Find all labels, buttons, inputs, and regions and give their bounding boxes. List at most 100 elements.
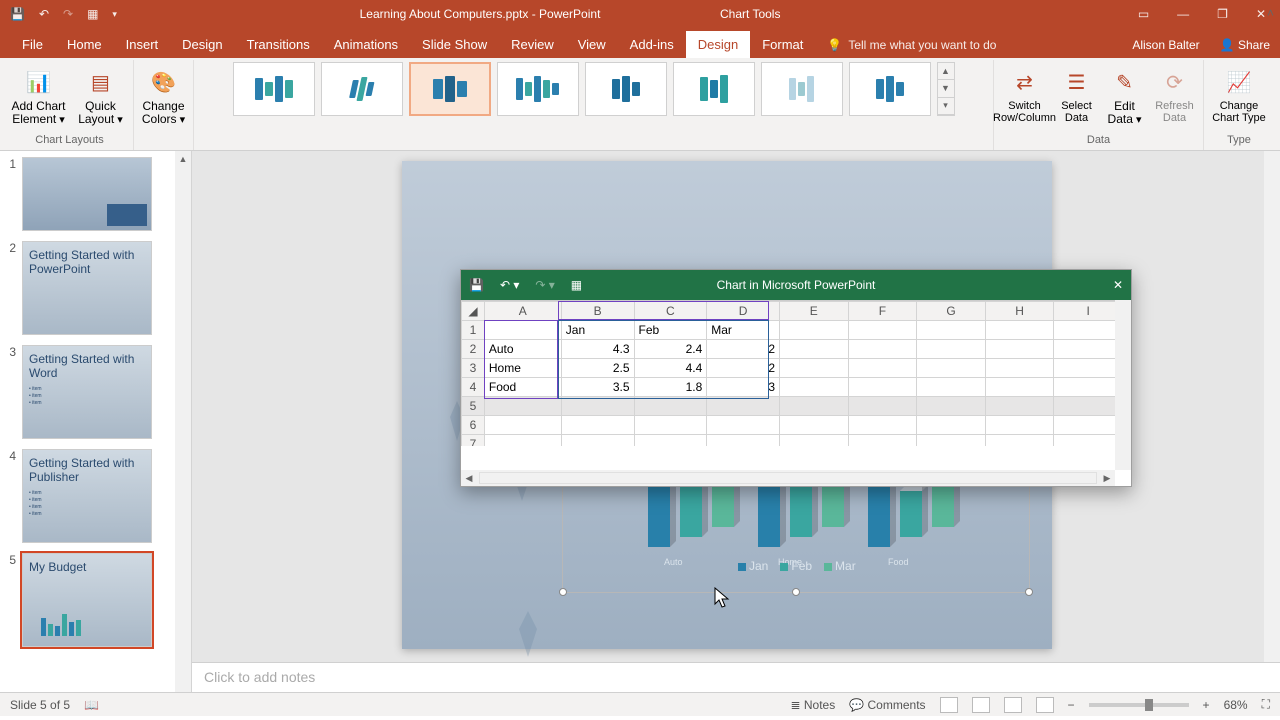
gallery-down-icon[interactable]: ▼	[938, 80, 954, 97]
excel-save-icon[interactable]: 💾	[469, 278, 484, 292]
user-name[interactable]: Alison Balter	[1132, 38, 1199, 52]
tab-file[interactable]: File	[10, 31, 55, 58]
tab-slideshow[interactable]: Slide Show	[410, 31, 499, 58]
zoom-out-button[interactable]: −	[1068, 698, 1075, 712]
editor-scrollbar[interactable]	[1264, 151, 1280, 692]
tab-chart-format[interactable]: Format	[750, 31, 815, 58]
tab-view[interactable]: View	[566, 31, 618, 58]
slide-thumb-1[interactable]: 1	[6, 157, 173, 231]
add-chart-element-button[interactable]: 📊 Add Chart Element ▾	[11, 62, 67, 126]
grid-row[interactable]: 7	[462, 435, 1123, 447]
zoom-in-button[interactable]: +	[1203, 698, 1210, 712]
thumb-scrollbar[interactable]: ▲	[175, 151, 191, 692]
normal-view-button[interactable]	[940, 697, 958, 713]
collapse-ribbon-icon[interactable]: ˄	[1267, 6, 1274, 20]
thumb-number: 5	[6, 553, 16, 647]
change-colors-button[interactable]: 🎨 Change Colors ▾	[136, 62, 192, 126]
slide-thumb-2[interactable]: 2 Getting Started with PowerPoint	[6, 241, 173, 335]
col-header[interactable]: B	[561, 302, 634, 321]
excel-hscroll[interactable]: ◀ ▶	[461, 470, 1115, 486]
col-header[interactable]: F	[848, 302, 917, 321]
change-chart-type-button[interactable]: 📈Change Chart Type	[1211, 62, 1267, 124]
select-data-button[interactable]: ☰Select Data	[1056, 62, 1098, 124]
chart-styles-gallery[interactable]: ▲▼▾	[233, 62, 955, 134]
excel-close-icon[interactable]: ✕	[1113, 278, 1123, 292]
notes-toggle[interactable]: ≣ Notes	[790, 698, 835, 712]
tab-review[interactable]: Review	[499, 31, 566, 58]
excel-grid[interactable]: ◢ A B C D E F G H I 1	[461, 300, 1131, 446]
excel-undo-icon[interactable]: ↶ ▾	[500, 278, 519, 292]
notes-pane[interactable]: Click to add notes	[192, 662, 1280, 692]
col-header[interactable]: A	[484, 302, 561, 321]
gallery-more-icon[interactable]: ▾	[938, 98, 954, 115]
chart-style-5[interactable]	[585, 62, 667, 116]
fit-to-window-button[interactable]: ⛶	[1262, 697, 1270, 712]
reading-view-button[interactable]	[1004, 697, 1022, 713]
grid-row[interactable]: 2 Auto 4.3 2.4 2	[462, 340, 1123, 359]
col-header[interactable]: E	[780, 302, 849, 321]
tab-home[interactable]: Home	[55, 31, 114, 58]
slide-thumb-5[interactable]: 5 My Budget	[6, 553, 173, 647]
spellcheck-icon[interactable]: 📖	[84, 698, 99, 712]
start-from-beginning-icon[interactable]: ▦	[87, 7, 98, 21]
zoom-level[interactable]: 68%	[1224, 698, 1248, 712]
chart-style-2[interactable]	[321, 62, 403, 116]
tab-animations[interactable]: Animations	[322, 31, 410, 58]
tab-design[interactable]: Design	[170, 31, 234, 58]
redo-icon[interactable]: ↷	[63, 7, 73, 21]
chart-data-window[interactable]: 💾 ↶ ▾ ↷ ▾ ▦ Chart in Microsoft PowerPoin…	[460, 269, 1132, 487]
close-icon[interactable]: ✕	[1256, 7, 1266, 21]
excel-vscroll[interactable]	[1115, 300, 1131, 470]
chart-style-3[interactable]	[409, 62, 491, 116]
slide-thumb-3[interactable]: 3 Getting Started with Word• item• item•…	[6, 345, 173, 439]
grid-row[interactable]: 1 Jan Feb Mar	[462, 321, 1123, 340]
title-bar: 💾 ↶ ↷ ▦ ▾ Learning About Computers.pptx …	[0, 0, 1280, 28]
undo-icon[interactable]: ↶	[39, 7, 49, 21]
qat-more-icon[interactable]: ▾	[112, 9, 117, 20]
scroll-up-icon[interactable]: ▲	[175, 151, 191, 167]
col-header[interactable]: C	[634, 302, 707, 321]
share-button[interactable]: 👤 Share	[1220, 38, 1270, 52]
gallery-up-icon[interactable]: ▲	[938, 63, 954, 80]
excel-customize-icon[interactable]: ▦	[571, 278, 582, 292]
col-header[interactable]: H	[985, 302, 1054, 321]
chart-style-6[interactable]	[673, 62, 755, 116]
tab-chart-design[interactable]: Design	[686, 31, 750, 58]
sorter-view-button[interactable]	[972, 697, 990, 713]
grid-row[interactable]: 3 Home 2.5 4.4 2	[462, 359, 1123, 378]
grid-row[interactable]: 4 Food 3.5 1.8 3	[462, 378, 1123, 397]
hscroll-left-icon[interactable]: ◀	[461, 470, 477, 486]
zoom-slider[interactable]	[1089, 703, 1189, 707]
chart-style-1[interactable]	[233, 62, 315, 116]
col-header[interactable]: I	[1054, 302, 1123, 321]
grid-row[interactable]: 5	[462, 397, 1123, 416]
tell-me-label: Tell me what you want to do	[848, 38, 996, 52]
grid-row[interactable]: 6	[462, 416, 1123, 435]
col-header[interactable]: G	[917, 302, 986, 321]
slideshow-view-button[interactable]	[1036, 697, 1054, 713]
switch-row-column-button[interactable]: ⇄Switch Row/Column	[1000, 62, 1050, 124]
ribbon-display-icon[interactable]: ▭	[1138, 7, 1149, 21]
excel-redo-icon[interactable]: ↷ ▾	[535, 278, 554, 292]
tab-insert[interactable]: Insert	[114, 31, 171, 58]
save-icon[interactable]: 💾	[10, 7, 25, 21]
col-header[interactable]: D	[707, 302, 780, 321]
slide-thumbnail-pane[interactable]: ▲ 1 2 Getting Started with PowerPoint 3 …	[0, 151, 192, 692]
tab-transitions[interactable]: Transitions	[235, 31, 322, 58]
select-all-cell[interactable]: ◢	[462, 302, 485, 321]
status-bar: Slide 5 of 5 📖 ≣ Notes 💬 Comments − + 68…	[0, 692, 1280, 716]
hscroll-right-icon[interactable]: ▶	[1099, 470, 1115, 486]
edit-data-button[interactable]: ✎Edit Data ▾	[1104, 62, 1146, 126]
minimize-icon[interactable]: —	[1177, 7, 1189, 21]
refresh-icon: ⟳	[1159, 66, 1191, 98]
maximize-icon[interactable]: ❐	[1217, 7, 1228, 21]
tell-me-search[interactable]: 💡 Tell me what you want to do	[827, 38, 996, 58]
gallery-scroll[interactable]: ▲▼▾	[937, 62, 955, 116]
quick-layout-button[interactable]: ▤ Quick Layout ▾	[73, 62, 129, 126]
slide-thumb-4[interactable]: 4 Getting Started with Publisher• item• …	[6, 449, 173, 543]
chart-style-7[interactable]	[761, 62, 843, 116]
chart-style-8[interactable]	[849, 62, 931, 116]
tab-addins[interactable]: Add-ins	[618, 31, 686, 58]
chart-style-4[interactable]	[497, 62, 579, 116]
comments-toggle[interactable]: 💬 Comments	[849, 698, 925, 712]
